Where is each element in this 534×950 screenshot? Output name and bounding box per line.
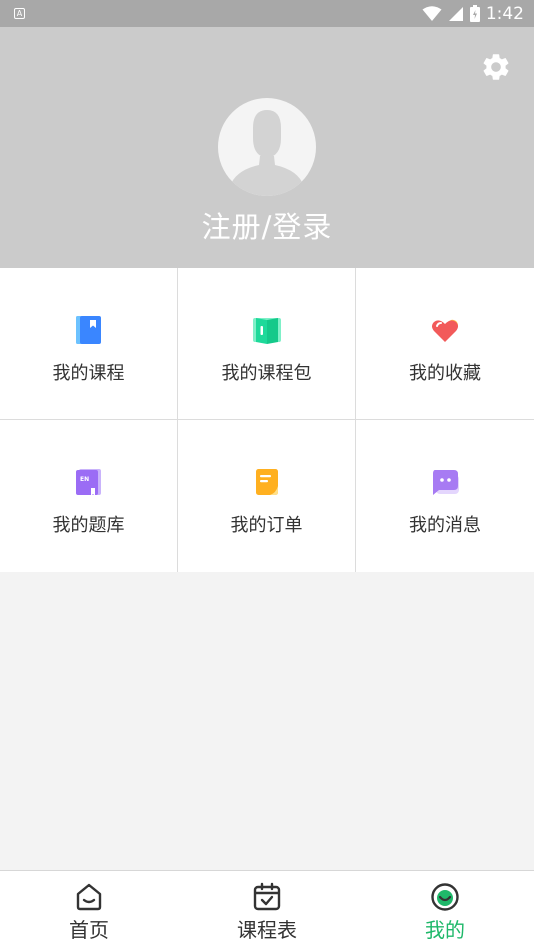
menu-label: 我的消息 xyxy=(409,515,481,536)
nav-label: 课程表 xyxy=(237,918,297,942)
nav-label: 首页 xyxy=(69,918,109,942)
menu-my-course-packages[interactable]: 我的课程包 xyxy=(178,268,356,420)
menu-label: 我的课程包 xyxy=(221,363,312,384)
heart-icon xyxy=(432,319,458,342)
menu-my-courses[interactable]: 我的课程 xyxy=(0,268,178,420)
profile-smile-icon xyxy=(431,883,459,911)
menu-label: 我的订单 xyxy=(230,515,303,536)
menu-my-orders[interactable]: 我的订单 xyxy=(178,420,356,572)
book-bookmark-icon xyxy=(75,316,101,344)
wifi-icon xyxy=(422,5,442,21)
home-icon xyxy=(76,883,102,911)
notification-icon: A xyxy=(14,8,25,19)
menu-my-favorites[interactable]: 我的收藏 xyxy=(356,268,534,420)
nav-home[interactable]: 首页 xyxy=(0,871,178,950)
question-bank-icon: EN xyxy=(75,469,101,496)
login-register-link[interactable]: 注册/登录 xyxy=(0,204,534,246)
nav-schedule[interactable]: 课程表 xyxy=(178,871,356,950)
menu-label: 我的课程 xyxy=(52,363,125,384)
status-time: 1:42 xyxy=(485,3,524,24)
menu-grid: 我的课程 我的课程包 我的收藏 EN 我的题库 我的订单 我的消息 xyxy=(0,268,534,572)
order-note-icon xyxy=(255,469,278,495)
svg-text:EN: EN xyxy=(80,476,89,483)
signal-icon xyxy=(448,6,463,21)
menu-label: 我的收藏 xyxy=(409,363,481,384)
course-package-icon xyxy=(252,318,281,344)
nav-mine[interactable]: 我的 xyxy=(356,871,534,950)
message-bubble-icon xyxy=(433,470,459,495)
nav-label: 我的 xyxy=(425,918,465,942)
profile-header: 注册/登录 xyxy=(0,27,534,268)
menu-my-question-bank[interactable]: EN 我的题库 xyxy=(0,420,178,572)
avatar[interactable] xyxy=(218,98,316,196)
calendar-check-icon xyxy=(253,882,281,911)
menu-label: 我的题库 xyxy=(52,515,125,536)
battery-icon xyxy=(469,5,480,22)
settings-gear-icon[interactable] xyxy=(480,51,512,83)
default-user-icon xyxy=(230,110,304,196)
status-bar: A 1:42 xyxy=(0,0,534,27)
menu-my-messages[interactable]: 我的消息 xyxy=(356,420,534,572)
bottom-nav: 首页 课程表 我的 xyxy=(0,870,534,950)
